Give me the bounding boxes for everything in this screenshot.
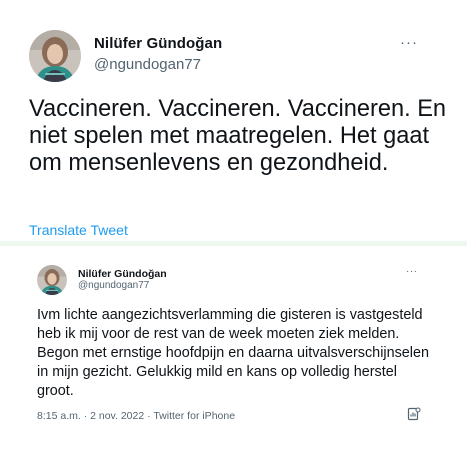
display-name[interactable]: Nilüfer Gündoğan [94, 35, 222, 52]
user-handle[interactable]: @ngundogan77 [94, 56, 201, 73]
main-tweet: Nilüfer Gündoğan @ngundogan77 ··· Vaccin… [0, 0, 467, 245]
avatar-photo-icon [29, 30, 81, 82]
quoted-display-name[interactable]: Nilüfer Gündoğan [78, 268, 167, 280]
quoted-avatar[interactable] [37, 265, 67, 295]
quoted-user-handle[interactable]: @ngundogan77 [78, 280, 149, 291]
tweet-stats-icon[interactable] [407, 407, 421, 421]
tweet-timestamp[interactable]: 8:15 a.m. · 2 nov. 2022 · Twitter for iP… [37, 410, 235, 422]
quoted-tweet-text: Ivm lichte aangezichtsverlamming die gis… [37, 307, 429, 399]
quoted-more-options-icon[interactable]: ··· [406, 266, 418, 277]
translate-tweet-link[interactable]: Translate Tweet [29, 222, 128, 238]
tweet-text: Vaccineren. Vaccineren. Vaccineren. En n… [29, 96, 447, 177]
avatar-photo-icon [37, 265, 67, 295]
quoted-tweet[interactable]: Nilüfer Gündoğan @ngundogan77 ··· Ivm li… [27, 246, 437, 444]
avatar[interactable] [29, 30, 81, 82]
more-options-icon[interactable]: ··· [400, 34, 418, 51]
